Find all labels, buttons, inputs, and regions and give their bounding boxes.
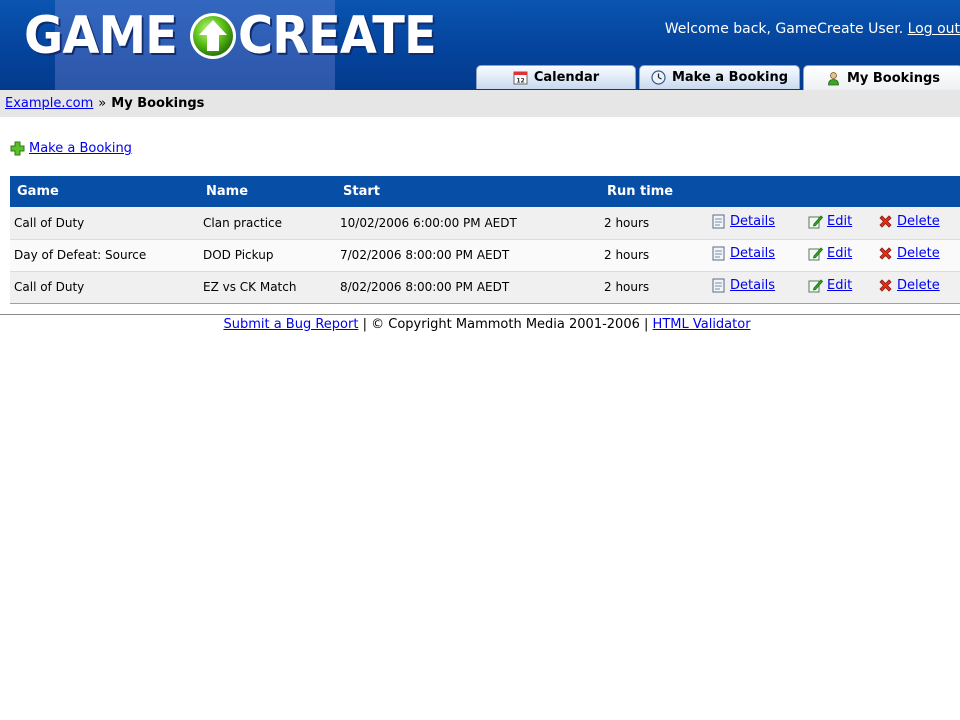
edit-link[interactable]: Edit	[827, 246, 852, 261]
delete-icon	[879, 279, 892, 292]
edit-action: Edit	[808, 278, 852, 293]
edit-icon	[808, 215, 823, 229]
delete-link[interactable]: Delete	[897, 214, 940, 229]
edit-link[interactable]: Edit	[827, 214, 852, 229]
delete-action: Delete	[878, 214, 940, 229]
edit-link[interactable]: Edit	[827, 278, 852, 293]
add-icon	[10, 141, 25, 156]
breadcrumb-home-link[interactable]: Example.com	[5, 96, 93, 111]
table-header-row: Game Name Start Run time	[10, 176, 960, 207]
cell-start: 7/02/2006 8:00:00 PM AEDT	[336, 239, 600, 272]
cell-start: 10/02/2006 6:00:00 PM AEDT	[336, 207, 600, 240]
cell-edit: Edit	[804, 271, 874, 304]
make-booking-link[interactable]: Make a Booking	[29, 141, 132, 156]
copyright-text: © Copyright Mammoth Media 2001-2006	[371, 317, 640, 332]
tab-my-bookings[interactable]: My Bookings	[803, 65, 960, 90]
table-row: Day of Defeat: Source DOD Pickup 7/02/20…	[10, 239, 960, 272]
logo-word-game: GAME	[24, 6, 178, 66]
welcome-text: Welcome back, GameCreate User.	[664, 21, 904, 37]
cell-edit: Edit	[804, 239, 874, 272]
cell-delete: Delete	[874, 271, 960, 304]
main-tabs: 12 Calendar Make a Booking My Bookings	[476, 65, 960, 90]
cell-runtime: 2 hours	[600, 207, 707, 240]
column-header-game: Game	[10, 176, 199, 207]
bug-report-link[interactable]: Submit a Bug Report	[223, 317, 358, 332]
logout-link[interactable]: Log out	[908, 21, 960, 37]
cell-edit: Edit	[804, 207, 874, 240]
tab-calendar[interactable]: 12 Calendar	[476, 65, 636, 89]
cell-details: Details	[707, 239, 804, 272]
details-link[interactable]: Details	[730, 246, 775, 261]
tab-label: Calendar	[533, 70, 600, 85]
cell-game: Call of Duty	[10, 207, 199, 240]
cell-name: Clan practice	[199, 207, 336, 240]
bookings-table: Game Name Start Run time Call of Duty Cl…	[10, 176, 960, 304]
calendar-icon: 12	[513, 71, 528, 85]
cell-delete: Delete	[874, 239, 960, 272]
make-booking-action: Make a Booking	[10, 141, 132, 156]
footer: Submit a Bug Report | © Copyright Mammot…	[0, 317, 960, 332]
breadcrumb-separator: »	[98, 96, 107, 111]
tab-label: My Bookings	[846, 70, 941, 86]
table-row: Call of Duty Clan practice 10/02/2006 6:…	[10, 207, 960, 240]
delete-icon	[879, 215, 892, 228]
column-header-delete	[874, 176, 960, 207]
column-header-runtime: Run time	[600, 176, 707, 207]
edit-action: Edit	[808, 246, 852, 261]
details-link[interactable]: Details	[730, 214, 775, 229]
breadcrumb-current: My Bookings	[111, 96, 205, 111]
up-arrow-logo-icon	[190, 13, 237, 59]
edit-icon	[808, 247, 823, 261]
footer-divider	[0, 314, 960, 315]
cell-name: EZ vs CK Match	[199, 271, 336, 304]
cell-runtime: 2 hours	[600, 239, 707, 272]
column-header-edit	[804, 176, 874, 207]
cell-runtime: 2 hours	[600, 271, 707, 304]
delete-action: Delete	[878, 278, 940, 293]
details-action: Details	[711, 214, 775, 229]
site-header: GAME CREATE Welcome back, GameCreate Use…	[0, 0, 960, 90]
document-icon	[712, 278, 725, 293]
cell-name: DOD Pickup	[199, 239, 336, 272]
edit-action: Edit	[808, 214, 852, 229]
column-header-name: Name	[199, 176, 336, 207]
cell-details: Details	[707, 271, 804, 304]
document-icon	[712, 246, 725, 261]
footer-separator: |	[362, 317, 367, 332]
delete-link[interactable]: Delete	[897, 278, 940, 293]
svg-text:12: 12	[516, 78, 524, 85]
delete-action: Delete	[878, 246, 940, 261]
details-action: Details	[711, 278, 775, 293]
cell-start: 8/02/2006 8:00:00 PM AEDT	[336, 271, 600, 304]
column-header-details	[707, 176, 804, 207]
logo-word-create: CREATE	[238, 6, 437, 66]
user-icon	[828, 71, 839, 85]
html-validator-link[interactable]: HTML Validator	[653, 317, 751, 332]
table-row: Call of Duty EZ vs CK Match 8/02/2006 8:…	[10, 271, 960, 304]
site-logo[interactable]: GAME CREATE	[24, 6, 453, 66]
footer-separator: |	[644, 317, 649, 332]
cell-details: Details	[707, 207, 804, 240]
details-action: Details	[711, 246, 775, 261]
delete-link[interactable]: Delete	[897, 246, 940, 261]
welcome-message: Welcome back, GameCreate User. Log out	[665, 21, 960, 37]
details-link[interactable]: Details	[730, 278, 775, 293]
column-header-start: Start	[336, 176, 600, 207]
breadcrumb: Example.com » My Bookings	[0, 90, 960, 117]
clock-icon	[651, 70, 666, 85]
cell-game: Call of Duty	[10, 271, 199, 304]
delete-icon	[879, 247, 892, 260]
cell-game: Day of Defeat: Source	[10, 239, 199, 272]
cell-delete: Delete	[874, 207, 960, 240]
document-icon	[712, 214, 725, 229]
tab-make-booking[interactable]: Make a Booking	[639, 65, 800, 89]
tab-label: Make a Booking	[671, 70, 789, 85]
edit-icon	[808, 279, 823, 293]
